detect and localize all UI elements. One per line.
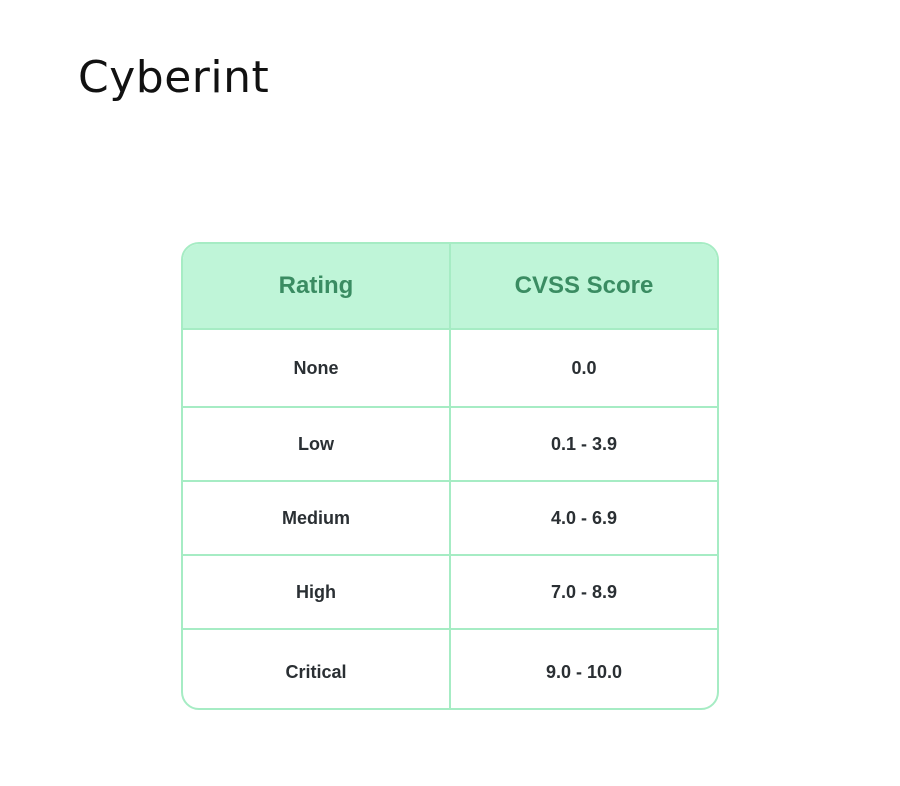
rating-cell: Critical: [183, 628, 451, 708]
table-row: Low 0.1 - 3.9: [183, 406, 717, 481]
score-cell: 0.0: [571, 357, 597, 378]
table-row: Critical 9.0 - 10.0: [183, 628, 717, 708]
header-rating: Rating: [183, 244, 451, 330]
rating-cell: High: [183, 554, 451, 629]
score-cell: 0.1 - 3.9: [450, 406, 717, 481]
cvss-rating-table: Rating CVSS Score None 0.0 Low 0.1 - 3.9…: [181, 242, 719, 710]
score-cell: 7.0 - 8.9: [450, 554, 717, 629]
score-cell: 9.0 - 10.0: [450, 628, 717, 708]
table-row: High 7.0 - 8.9: [183, 554, 717, 629]
rating-cell: None: [183, 329, 451, 407]
table-row: Medium 4.0 - 6.9: [183, 480, 717, 555]
header-cvss-score: CVSS Score: [450, 244, 717, 330]
cvss-table: Rating CVSS Score None 0.0 Low 0.1 - 3.9…: [183, 244, 717, 708]
cyberint-logo: Cyberint: [78, 52, 270, 103]
rating-cell: Medium: [183, 480, 451, 555]
rating-cell: Low: [183, 406, 451, 481]
score-cell: 4.0 - 6.9: [450, 480, 717, 555]
table-row: None 0.0: [183, 329, 717, 407]
table-header-row: Rating CVSS Score: [183, 244, 717, 330]
